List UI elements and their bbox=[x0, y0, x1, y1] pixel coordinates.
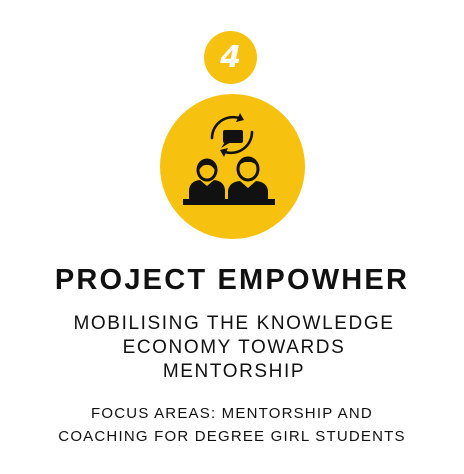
project-card: 4 PROJECT EMPOWHER MOBILISING THE KNOWLE… bbox=[0, 0, 464, 474]
subtitle-line: ECONOMY TOWARDS bbox=[122, 337, 346, 358]
hero-circle bbox=[160, 94, 305, 239]
step-badge: 4 bbox=[204, 31, 257, 84]
mentorship-people-icon bbox=[183, 113, 275, 205]
focus-line: FOCUS AREAS: MENTORSHIP AND bbox=[91, 405, 373, 422]
focus-areas: FOCUS AREAS: MENTORSHIP AND COACHING FOR… bbox=[0, 402, 464, 448]
step-number: 4 bbox=[220, 39, 241, 75]
project-subtitle: MOBILISING THE KNOWLEDGE ECONOMY TOWARDS… bbox=[18, 312, 450, 384]
focus-line: COACHING FOR DEGREE GIRL STUDENTS bbox=[58, 428, 406, 445]
subtitle-line: MENTORSHIP bbox=[162, 361, 306, 382]
project-title: PROJECT EMPOWHER bbox=[54, 264, 410, 296]
subtitle-line: MOBILISING THE KNOWLEDGE bbox=[73, 313, 395, 334]
